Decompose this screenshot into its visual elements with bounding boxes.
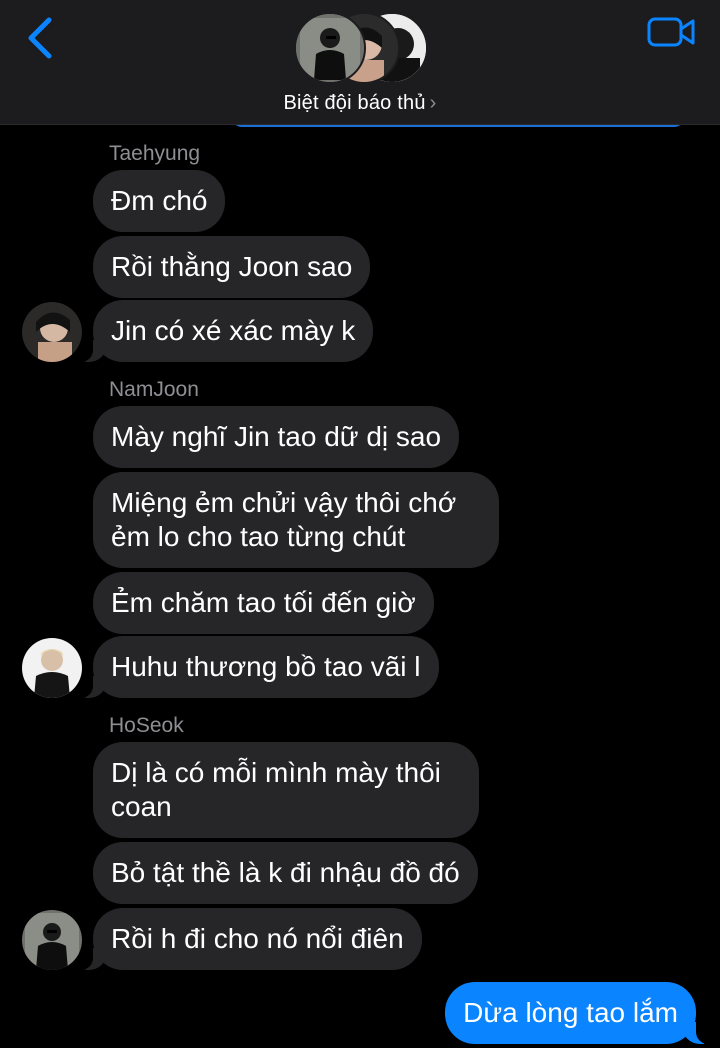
message-bubble[interactable]: Jin có xé xác mày k bbox=[78, 300, 374, 362]
message-text: Rồi h đi cho nó nổi điên bbox=[111, 923, 404, 954]
outgoing-message-bubble[interactable]: Dừa lòng tao lắm bbox=[445, 982, 710, 1044]
sender-avatar[interactable] bbox=[22, 638, 82, 698]
message-text: Dừa lòng tao lắm bbox=[463, 997, 678, 1028]
sender-name: Taehyung bbox=[109, 142, 201, 165]
sender-avatar[interactable] bbox=[22, 302, 82, 362]
message-bubble[interactable]: Đm chó bbox=[93, 170, 226, 232]
message-text: Miệng ẻm chửi vậy thôi chớ ẻm lo cho tao… bbox=[111, 487, 457, 552]
message-bubble[interactable]: Rồi h đi cho nó nổi điên bbox=[79, 908, 422, 970]
message-text: Mày nghĩ Jin tao dữ dị sao bbox=[111, 421, 442, 452]
message-text: Đm chó bbox=[111, 185, 208, 216]
chevron-right-icon: › bbox=[429, 92, 437, 114]
message-text: Bỏ tật thề là k đi nhậu đồ đó bbox=[111, 857, 460, 888]
message-bubble[interactable]: Huhu thương bồ tao vãi l bbox=[79, 636, 439, 698]
group-name-text: Biệt đội báo thủ bbox=[283, 92, 426, 114]
message-text: Rồi thằng Joon sao bbox=[111, 251, 353, 282]
message-text: Jin có xé xác mày k bbox=[111, 315, 356, 346]
message-bubble[interactable]: Rồi thằng Joon sao bbox=[93, 236, 371, 298]
message-bubble[interactable]: Bỏ tật thề là k đi nhậu đồ đó bbox=[93, 842, 478, 904]
back-button[interactable] bbox=[22, 14, 62, 62]
message-bubble[interactable]: Miệng ẻm chửi vậy thôi chớ ẻm lo cho tao… bbox=[93, 472, 499, 568]
sender-name: NamJoon bbox=[109, 378, 199, 401]
group-avatar-stack[interactable] bbox=[294, 12, 428, 84]
message-bubble[interactable]: Mày nghĩ Jin tao dữ dị sao bbox=[93, 406, 460, 468]
group-name[interactable]: Biệt đội báo thủ › bbox=[0, 92, 720, 115]
sender-avatar[interactable] bbox=[22, 910, 82, 970]
message-bubble[interactable]: Ẻm chăm tao tối đến giờ bbox=[93, 572, 434, 634]
message-text: Dị là có mỗi mình mày thôi coan bbox=[111, 757, 441, 822]
video-call-button[interactable] bbox=[646, 14, 698, 50]
message-bubble[interactable]: Dị là có mỗi mình mày thôi coan bbox=[93, 742, 479, 838]
video-camera-icon bbox=[647, 17, 695, 47]
chat-screen: Biệt đội báo thủ › Taehyung Đm chó Rồi th… bbox=[0, 0, 720, 1048]
sender-name: HoSeok bbox=[109, 714, 184, 737]
chat-header: Biệt đội báo thủ › bbox=[0, 0, 720, 125]
message-text: Huhu thương bồ tao vãi l bbox=[111, 651, 421, 682]
message-text: Ẻm chăm tao tối đến giờ bbox=[111, 587, 416, 618]
chevron-left-icon bbox=[28, 17, 52, 59]
member-avatar bbox=[294, 12, 366, 84]
